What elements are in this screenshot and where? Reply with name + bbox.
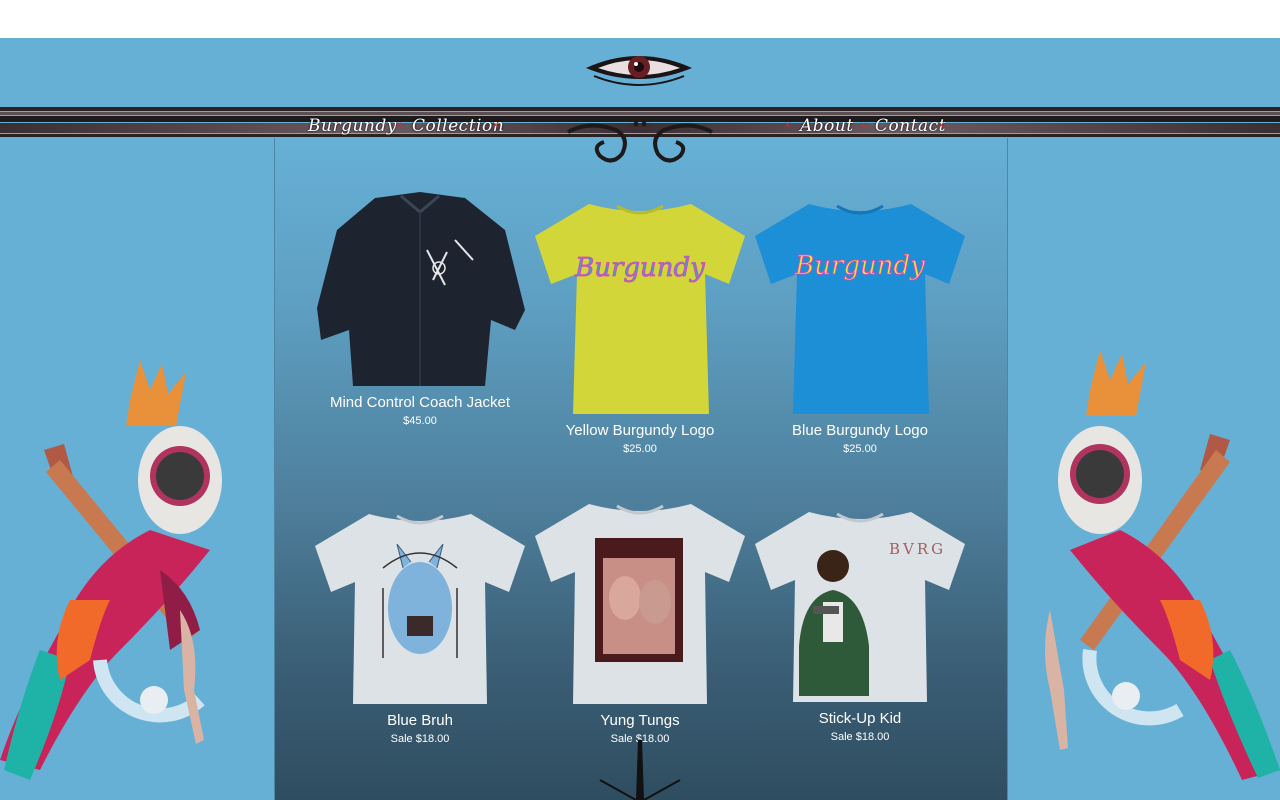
ornament-icon — [567, 121, 713, 163]
blue-bruh-tee-image[interactable] — [313, 508, 527, 708]
product-price: Sale $18.00 — [390, 733, 450, 745]
product-name[interactable]: Stick-Up Kid — [752, 710, 968, 728]
header-stripe — [0, 112, 1280, 115]
bottom-ornament-icon — [599, 740, 681, 800]
product-card[interactable]: Mind Control Coach Jacket $45.00 — [312, 190, 528, 428]
nav-separator: × — [938, 118, 946, 132]
product-card[interactable]: Burgundy Blue Burgundy Logo $25.00 — [752, 196, 968, 456]
product-name[interactable]: Blue Burgundy Logo — [752, 422, 968, 440]
product-card[interactable]: Blue Bruh Sale $18.00 — [312, 508, 528, 746]
nav-burgundy[interactable]: Burgundy — [308, 116, 397, 136]
bvrg-text: BVRG — [889, 540, 946, 558]
yung-tungs-tee-image[interactable] — [533, 498, 747, 708]
product-price: $45.00 — [403, 415, 437, 427]
product-card[interactable]: Burgundy Yellow Burgundy Logo $25.00 — [532, 196, 748, 456]
jacket-image[interactable] — [315, 190, 525, 390]
stick-up-kid-tee-image[interactable]: BVRG — [753, 506, 967, 706]
nav-separator: × — [395, 118, 403, 132]
top-whitespace — [0, 0, 1280, 38]
eye-logo-icon[interactable] — [584, 50, 694, 94]
parrot-right-image — [1045, 350, 1280, 780]
nav-separator: × — [784, 118, 792, 132]
nav-separator: × — [492, 118, 500, 132]
product-price: $25.00 — [623, 443, 657, 455]
blue-tee-image[interactable]: Burgundy — [753, 196, 967, 418]
product-price: $25.00 — [843, 443, 877, 455]
parrot-left-image — [0, 360, 222, 780]
product-card[interactable]: BVRG Stick-Up Kid Sale $18.00 — [752, 506, 968, 744]
header-stripe — [0, 107, 1280, 111]
yellow-tee-image[interactable]: Burgundy — [533, 196, 747, 418]
product-price: Sale $18.00 — [830, 731, 890, 743]
product-name[interactable]: Mind Control Coach Jacket — [312, 394, 528, 412]
tee-logo-text: Burgundy — [574, 253, 705, 283]
product-name[interactable]: Yung Tungs — [532, 712, 748, 730]
nav-collection[interactable]: Collection — [412, 116, 504, 136]
nav-about[interactable]: About — [800, 116, 854, 136]
product-name[interactable]: Blue Bruh — [312, 712, 528, 730]
nav-contact[interactable]: Contact — [875, 116, 946, 136]
nav-separator: × — [860, 118, 868, 132]
product-card[interactable]: Yung Tungs Sale $18.00 — [532, 498, 748, 746]
tee-logo-text: Burgundy — [794, 251, 925, 281]
product-name[interactable]: Yellow Burgundy Logo — [532, 422, 748, 440]
